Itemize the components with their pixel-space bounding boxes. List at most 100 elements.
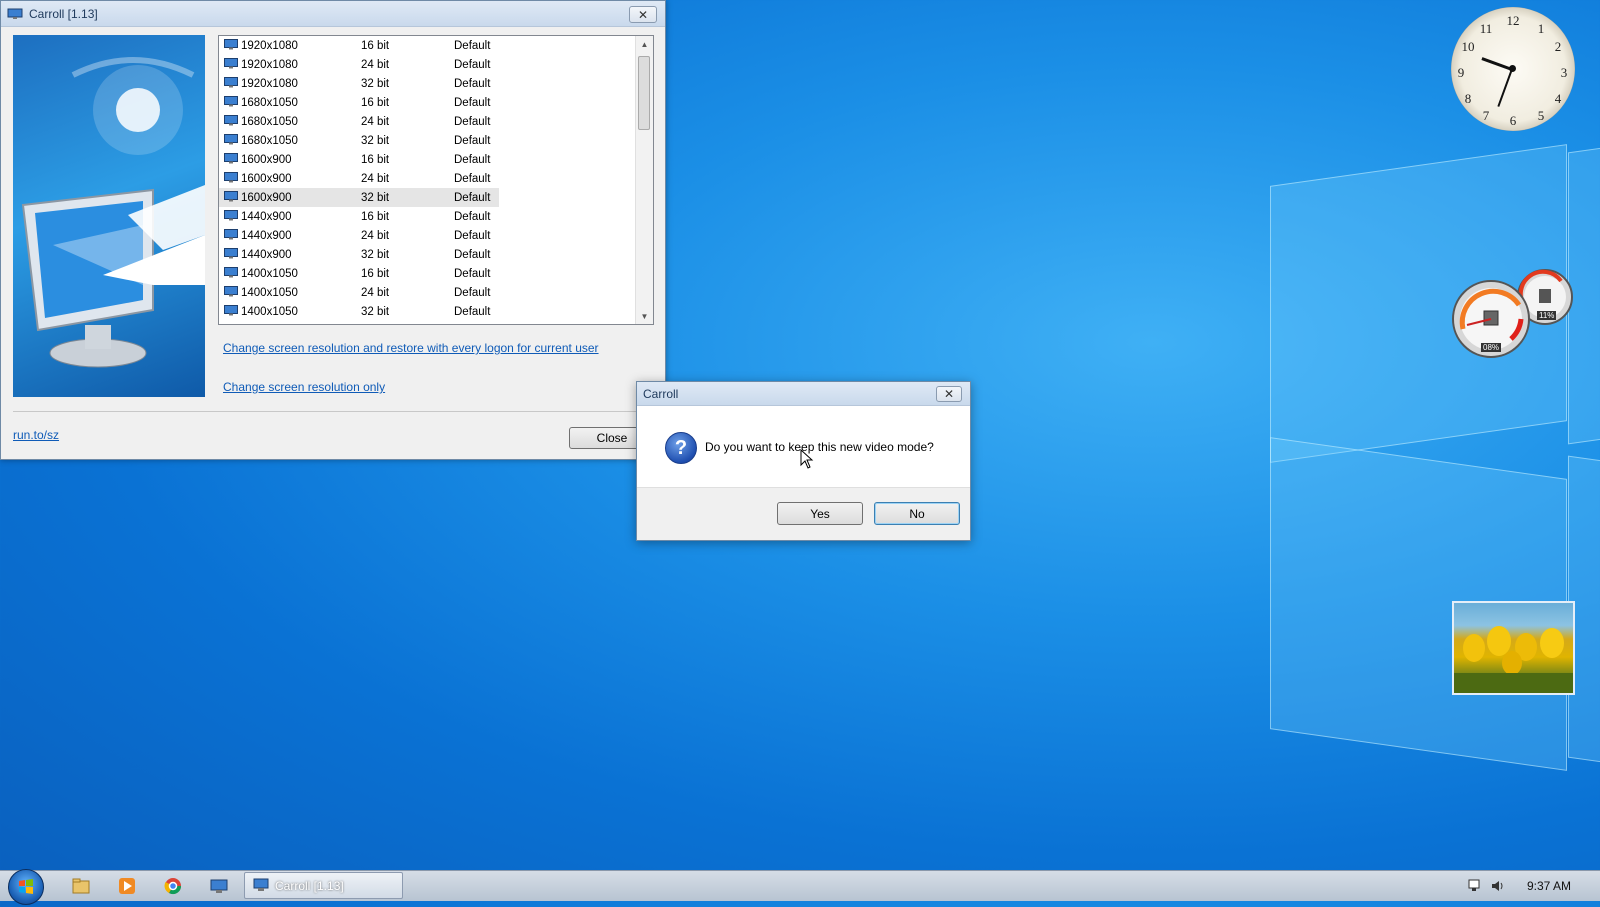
mode-color-depth: 16 bit: [361, 39, 390, 52]
mode-resolution: 1440x900: [241, 210, 292, 223]
mode-frequency: Default: [454, 96, 491, 109]
mode-row[interactable]: 1440x900 16 bit Default: [219, 207, 653, 226]
monitor-icon: [224, 96, 238, 107]
mode-resolution: 1680x1050: [241, 134, 298, 147]
mode-row[interactable]: 1400x1050 32 bit Default: [219, 302, 653, 321]
mode-frequency: Default: [454, 39, 491, 52]
main-titlebar[interactable]: Carroll [1.13] ✕: [1, 1, 665, 27]
change-and-restore-link[interactable]: Change screen resolution and restore wit…: [223, 341, 599, 355]
monitor-icon: [224, 229, 238, 240]
monitor-icon: [224, 58, 238, 69]
mode-frequency: Default: [454, 229, 491, 242]
monitor-icon: [224, 134, 238, 145]
mode-resolution: 1920x1080: [241, 77, 298, 90]
question-icon: ?: [665, 432, 697, 464]
volume-icon[interactable]: [1490, 878, 1506, 894]
mode-frequency: Default: [454, 153, 491, 166]
mode-resolution: 1600x900: [241, 191, 292, 204]
mode-color-depth: 24 bit: [361, 58, 390, 71]
mode-color-depth: 16 bit: [361, 210, 390, 223]
mode-frequency: Default: [454, 267, 491, 280]
media-player-icon[interactable]: [118, 877, 136, 895]
explorer-icon[interactable]: [72, 877, 90, 895]
mode-row[interactable]: 1440x900 32 bit Default: [219, 245, 653, 264]
mode-row[interactable]: 1920x1080 24 bit Default: [219, 55, 653, 74]
list-scrollbar[interactable]: ▲ ▼: [635, 36, 653, 324]
monitor-icon: [224, 115, 238, 126]
mode-row[interactable]: 1680x1050 32 bit Default: [219, 131, 653, 150]
video-mode-list[interactable]: 1920x1080 16 bit Default 1920x1080 24 bit Def…: [218, 35, 654, 325]
main-close-icon[interactable]: ✕: [629, 6, 657, 23]
monitor-icon: [224, 191, 238, 202]
taskbar: Carroll [1.13] 9:37 AM: [0, 869, 1600, 905]
mode-row[interactable]: 1400x1050 16 bit Default: [219, 264, 653, 283]
mode-row[interactable]: 1440x900 24 bit Default: [219, 226, 653, 245]
dialog-close-icon[interactable]: ✕: [936, 386, 962, 402]
website-link[interactable]: run.to/sz: [13, 428, 59, 442]
mode-row[interactable]: 1920x1080 16 bit Default: [219, 36, 653, 55]
taskbar-carroll-item[interactable]: Carroll [1.13]: [244, 872, 403, 899]
clock-number: 12: [1506, 13, 1520, 28]
banner-image: [13, 35, 205, 397]
mode-color-depth: 32 bit: [361, 305, 390, 318]
monitor-icon: [224, 210, 238, 221]
minute-hand: [1497, 68, 1513, 107]
mode-resolution: 1600x900: [241, 153, 292, 166]
clock-number: 2: [1554, 39, 1562, 54]
mode-row[interactable]: 1600x900 16 bit Default: [219, 150, 653, 169]
mode-frequency: Default: [454, 77, 491, 90]
network-icon[interactable]: [1467, 878, 1483, 894]
scroll-down-icon[interactable]: ▼: [636, 308, 653, 324]
mode-color-depth: 32 bit: [361, 134, 390, 147]
mode-frequency: Default: [454, 210, 491, 223]
mode-resolution: 1920x1080: [241, 58, 298, 71]
mode-color-depth: 32 bit: [361, 191, 390, 204]
monitor-icon: [224, 248, 238, 259]
mode-row[interactable]: 1680x1050 24 bit Default: [219, 112, 653, 131]
clock-number: 1: [1537, 21, 1545, 36]
mode-resolution: 1400x1050: [241, 286, 298, 299]
scroll-thumb[interactable]: [638, 56, 650, 130]
mode-row[interactable]: 1680x1050 16 bit Default: [219, 93, 653, 112]
mode-resolution: 1440x900: [241, 248, 292, 261]
cpu-percent: 08%: [1481, 343, 1502, 352]
clock-number: 5: [1537, 108, 1545, 123]
mode-resolution: 1440x900: [241, 229, 292, 242]
mode-frequency: Default: [454, 115, 491, 128]
change-only-link[interactable]: Change screen resolution only: [223, 380, 385, 394]
clock-number: 4: [1554, 91, 1562, 106]
cpu-meter-gadget[interactable]: 08% 11%: [1451, 267, 1573, 363]
dialog-title: Carroll: [643, 386, 679, 401]
mode-color-depth: 24 bit: [361, 115, 390, 128]
mode-color-depth: 32 bit: [361, 248, 390, 261]
hour-hand: [1481, 57, 1513, 71]
clock-number: 11: [1479, 21, 1493, 36]
mode-color-depth: 24 bit: [361, 172, 390, 185]
monitor-icon: [224, 286, 238, 297]
taskbar-carroll-label: Carroll [1.13]: [275, 879, 344, 893]
carroll-icon[interactable]: [210, 877, 228, 895]
mode-row[interactable]: 1600x900 32 bit Default: [219, 188, 499, 207]
mode-frequency: Default: [454, 305, 491, 318]
yes-button[interactable]: Yes: [777, 502, 863, 525]
mode-color-depth: 24 bit: [361, 229, 390, 242]
taskbar-clock[interactable]: 9:37 AM: [1527, 879, 1571, 893]
divider: [13, 411, 653, 412]
slideshow-gadget[interactable]: [1452, 601, 1575, 695]
clock-center: [1509, 65, 1516, 72]
mode-frequency: Default: [454, 286, 491, 299]
mode-row[interactable]: 1600x900 24 bit Default: [219, 169, 653, 188]
chrome-icon[interactable]: [164, 877, 182, 895]
dialog-titlebar[interactable]: Carroll ✕: [637, 382, 970, 406]
mode-frequency: Default: [454, 191, 491, 204]
mode-row[interactable]: 1400x1050 24 bit Default: [219, 283, 653, 302]
windows-logo-icon: [19, 879, 33, 894]
clock-gadget[interactable]: 12 1 2 3 4 5 6 7 8 9 10 11: [1451, 7, 1575, 131]
monitor-icon: [224, 39, 238, 50]
mode-row[interactable]: 1920x1080 32 bit Default: [219, 74, 653, 93]
scroll-up-icon[interactable]: ▲: [636, 36, 653, 52]
no-button[interactable]: No: [874, 502, 960, 525]
monitor-icon: [224, 77, 238, 88]
monitor-icon: [224, 267, 238, 278]
mode-resolution: 1400x1050: [241, 305, 298, 318]
